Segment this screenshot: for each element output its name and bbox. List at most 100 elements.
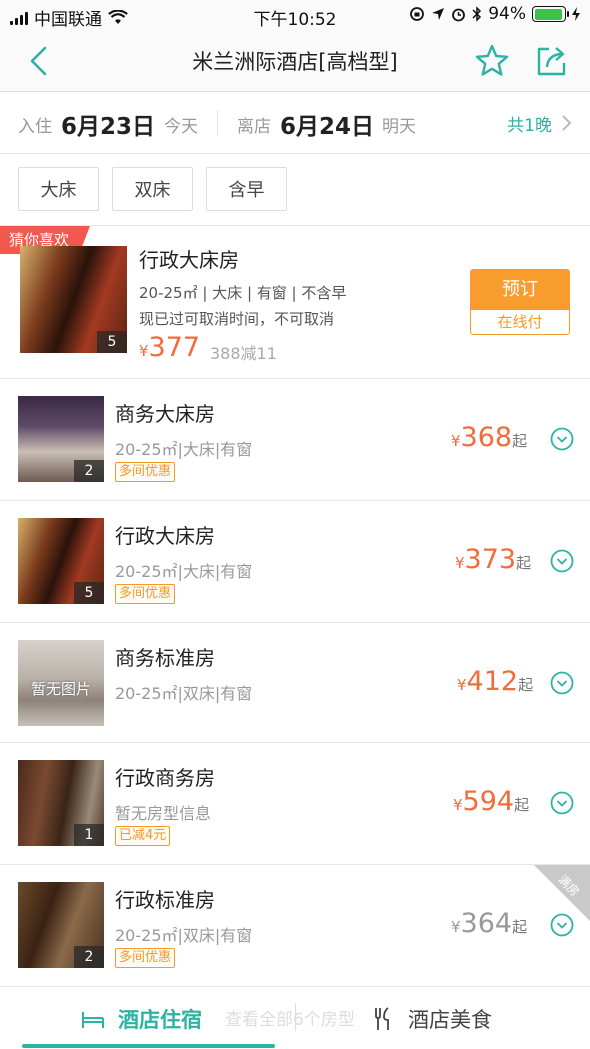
room-price: ¥373起 <box>455 544 531 575</box>
room-spec: 暂无房型信息 <box>115 804 212 823</box>
date-selector[interactable]: 入住 6月23日 今天 离店 6月24日 明天 共1晚 <box>0 92 590 154</box>
price-value: 412 <box>466 666 519 697</box>
price-value: 368 <box>460 422 513 453</box>
room-price-full: ¥364起 <box>451 908 527 939</box>
room-item[interactable]: 1 行政商务房 暂无房型信息 已减4元 ¥594起 <box>0 743 590 865</box>
filter-chip-big-bed[interactable]: 大床 <box>18 167 99 211</box>
room-name: 商务大床房 <box>115 402 215 426</box>
currency-symbol: ¥ <box>457 676 467 694</box>
currency-symbol: ¥ <box>453 796 463 814</box>
price-suffix: 起 <box>514 796 530 814</box>
date-divider <box>217 110 218 136</box>
share-icon[interactable] <box>533 43 569 79</box>
expand-chevron-icon[interactable] <box>550 671 574 695</box>
checkin-date[interactable]: 6月23日 <box>61 107 155 141</box>
price-suffix: 起 <box>512 918 528 936</box>
room-name: 行政大床房 <box>115 524 215 548</box>
room-price: ¥594起 <box>453 786 529 817</box>
photo-count: 2 <box>74 946 104 968</box>
room-price: ¥412起 <box>457 666 533 697</box>
view-all-rooms-text: 查看全部6个房型 <box>225 1010 355 1030</box>
bed-icon <box>82 1011 104 1028</box>
currency-symbol: ¥ <box>451 432 461 450</box>
bottom-tab-bar: 查看全部6个房型 酒店住宿 酒店美食 <box>0 986 590 1049</box>
status-right: 94% <box>409 4 580 24</box>
filter-chip-breakfast[interactable]: 含早 <box>206 167 287 211</box>
tab-separator <box>295 1003 296 1031</box>
discount-badge: 多间优惠 <box>115 462 176 482</box>
room-name: 行政大床房 <box>139 248 239 272</box>
photo-count: 1 <box>74 824 104 846</box>
price-suffix: 起 <box>516 554 532 572</box>
price-suffix: 起 <box>518 676 534 694</box>
price-value: 377 <box>148 332 201 363</box>
price-value: 594 <box>462 786 515 817</box>
pay-online-label: 在线付 <box>471 310 569 334</box>
expand-chevron-icon[interactable] <box>550 549 574 573</box>
room-name: 行政标准房 <box>115 888 215 912</box>
room-item[interactable]: 2 商务大床房 20-25㎡|大床|有窗 多间优惠 ¥368起 <box>0 379 590 501</box>
discount-badge: 多间优惠 <box>115 948 176 968</box>
fork-knife-icon <box>375 1006 389 1030</box>
room-spec: 20-25㎡|双床|有窗 <box>115 684 253 703</box>
room-item[interactable]: 5 行政大床房 20-25㎡|大床|有窗 多间优惠 ¥373起 <box>0 501 590 623</box>
photo-count: 5 <box>74 582 104 604</box>
currency-symbol: ¥ <box>455 554 465 572</box>
price-suffix: 起 <box>512 432 528 450</box>
room-name: 行政商务房 <box>115 766 215 790</box>
active-tab-indicator <box>22 1044 275 1048</box>
favorite-star-icon[interactable] <box>474 43 510 79</box>
room-photo[interactable]: 暂无图片 <box>18 640 104 726</box>
book-label[interactable]: 预订 <box>471 270 569 310</box>
featured-price: ¥377 <box>139 332 200 363</box>
expand-chevron-icon[interactable] <box>550 913 574 937</box>
room-price: ¥368起 <box>451 422 527 453</box>
room-photo[interactable]: 2 <box>18 882 104 968</box>
cancel-policy: 现已过可取消时间，不可取消 <box>139 310 335 328</box>
room-spec: 20-25㎡|大床|有窗 <box>115 440 253 459</box>
price-value: 373 <box>464 544 517 575</box>
featured-room[interactable]: 猜你喜欢 5 行政大床房 20-25㎡ | 大床 | 有窗 | 不含早 现已过可… <box>0 226 590 379</box>
checkout-label: 离店 <box>237 117 271 137</box>
price-value: 364 <box>460 908 513 939</box>
room-item[interactable]: 暂无图片 商务标准房 20-25㎡|双床|有窗 ¥412起 <box>0 623 590 743</box>
status-bar: 中国联通 下午10:52 94% <box>0 0 590 30</box>
tab-label[interactable]: 酒店住宿 <box>118 1004 202 1034</box>
expand-chevron-icon[interactable] <box>550 791 574 815</box>
bluetooth-icon <box>472 6 482 22</box>
room-photo[interactable]: 2 <box>18 396 104 482</box>
no-image-label: 暂无图片 <box>30 680 91 698</box>
room-photo[interactable]: 1 <box>18 760 104 846</box>
photo-count: 5 <box>97 331 127 353</box>
filter-bar: 大床 双床 含早 <box>0 154 590 226</box>
battery-percent: 94% <box>488 4 526 24</box>
battery-fill <box>534 8 562 20</box>
checkout-date[interactable]: 6月24日 <box>280 107 374 141</box>
currency-symbol: ¥ <box>451 918 461 936</box>
photo-count: 2 <box>74 460 104 482</box>
charging-icon <box>572 7 580 21</box>
room-spec: 20-25㎡|双床|有窗 <box>115 926 253 945</box>
discount-badge: 已减4元 <box>115 826 171 846</box>
full-ribbon-label: 满房 <box>555 872 583 900</box>
room-spec: 20-25㎡ | 大床 | 有窗 | 不含早 <box>139 284 347 302</box>
tab-label[interactable]: 酒店美食 <box>408 1004 492 1034</box>
tab-hotel-stay[interactable]: 酒店住宿 <box>80 987 202 1049</box>
room-photo[interactable]: 5 <box>20 246 127 353</box>
nights-count[interactable]: 共1晚 <box>507 111 552 136</box>
room-spec: 20-25㎡|大床|有窗 <box>115 562 253 581</box>
discount-badge: 多间优惠 <box>115 584 176 604</box>
expand-chevron-icon[interactable] <box>550 427 574 451</box>
checkin-label: 入住 <box>18 117 52 137</box>
tab-hotel-dining[interactable]: 酒店美食 <box>372 987 492 1049</box>
room-photo[interactable]: 5 <box>18 518 104 604</box>
nav-bar: 米兰洲际酒店[高档型] <box>0 30 590 92</box>
checkout-sub: 明天 <box>382 117 416 137</box>
battery-icon <box>532 6 569 22</box>
room-name: 商务标准房 <box>115 646 215 670</box>
book-button[interactable]: 预订 在线付 <box>470 269 570 335</box>
chevron-right-icon <box>562 115 572 131</box>
rotation-lock-icon <box>410 7 425 21</box>
filter-chip-twin-bed[interactable]: 双床 <box>112 167 193 211</box>
room-item-full[interactable]: 满房 2 行政标准房 20-25㎡|双床|有窗 多间优惠 ¥364起 <box>0 865 590 987</box>
